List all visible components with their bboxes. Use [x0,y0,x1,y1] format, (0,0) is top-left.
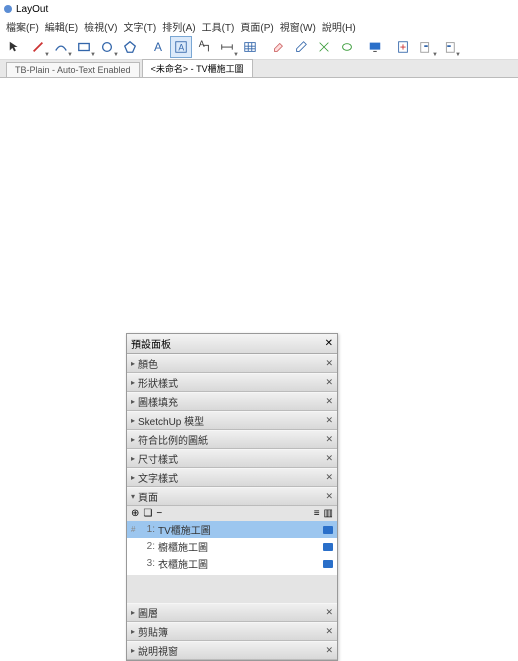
label-tool[interactable]: A [170,36,192,58]
polygon-tool[interactable] [119,36,141,58]
monitor-icon [323,560,333,568]
toolbar: ▼ ▼ ▼ ▼ A A A ▼ ▼ ▼ [0,34,518,60]
circle-tool[interactable]: ▼ [96,36,118,58]
page-grid-view-icon[interactable]: ▥ [324,508,333,519]
app-icon [4,5,12,13]
section-sketchup-model[interactable]: ▸SketchUp 模型✕ [127,411,337,430]
erase-tool[interactable] [267,36,289,58]
add-page-tool[interactable] [392,36,414,58]
menu-arrange[interactable]: 排列(A) [160,19,197,34]
menu-edit[interactable]: 編輯(E) [43,19,80,34]
join-tool[interactable] [336,36,358,58]
panel-header[interactable]: 預設面板 ✕ [127,334,337,354]
menu-tools[interactable]: 工具(T) [200,19,237,34]
pages-list: #1:TV櫃施工圖 2:櫥櫃施工圖 3:衣櫃施工圖 [127,521,337,575]
panel-title-text: 預設面板 [131,336,171,351]
default-tray-panel: 預設面板 ✕ ▸顏色✕ ▸形狀樣式✕ ▸圖樣填充✕ ▸SketchUp 模型✕ … [126,333,338,661]
select-tool[interactable] [4,36,26,58]
pages-empty-area [127,575,337,603]
section-color[interactable]: ▸顏色✕ [127,354,337,373]
page-add-icon[interactable]: ⊕ [131,508,139,519]
menu-pages[interactable]: 頁面(P) [238,19,275,34]
page-dup-icon[interactable]: ❏ [143,508,152,519]
rect-tool[interactable]: ▼ [73,36,95,58]
section-instructor[interactable]: ▸說明視窗✕ [127,641,337,660]
section-pattern-fill[interactable]: ▸圖樣填充✕ [127,392,337,411]
present-tool[interactable] [364,36,386,58]
panel-close-icon[interactable]: ✕ [325,338,333,349]
next-page-tool[interactable]: ▼ [438,36,460,58]
app-title: LayOut [16,4,48,15]
menu-window[interactable]: 視窗(W) [278,19,318,34]
page-row[interactable]: #1:TV櫃施工圖 [127,521,337,538]
table-tool[interactable] [239,36,261,58]
section-dimension-style[interactable]: ▸尺寸樣式✕ [127,449,337,468]
titlebar: LayOut [0,0,518,18]
svg-text:A: A [199,40,205,49]
pages-toolbar: ⊕ ❏ − ≡ ▥ [127,506,337,521]
section-scaled-drawing[interactable]: ▸符合比例的圖紙✕ [127,430,337,449]
svg-text:A: A [178,42,184,52]
page-row[interactable]: 2:櫥櫃施工圖 [127,538,337,555]
section-scrapbook[interactable]: ▸剪貼簿✕ [127,622,337,641]
style-tool[interactable] [290,36,312,58]
monitor-icon [323,543,333,551]
leader-tool[interactable]: A [193,36,215,58]
menu-file[interactable]: 檔案(F) [4,19,41,34]
tab-inactive[interactable]: TB-Plain - Auto-Text Enabled [6,62,140,77]
page-list-view-icon[interactable]: ≡ [314,508,320,519]
arc-tool[interactable]: ▼ [50,36,72,58]
monitor-icon [323,526,333,534]
menu-text[interactable]: 文字(T) [121,19,158,34]
document-tabs: TB-Plain - Auto-Text Enabled <未命名> - TV櫃… [0,60,518,78]
dimension-tool[interactable]: ▼ [216,36,238,58]
prev-page-tool[interactable]: ▼ [415,36,437,58]
menu-view[interactable]: 檢視(V) [82,19,119,34]
page-row[interactable]: 3:衣櫃施工圖 [127,555,337,572]
section-pages[interactable]: ▾頁面✕ [127,487,337,506]
page-remove-icon[interactable]: − [156,508,162,519]
text-tool[interactable]: A [147,36,169,58]
section-text-style[interactable]: ▸文字樣式✕ [127,468,337,487]
line-tool[interactable]: ▼ [27,36,49,58]
menu-help[interactable]: 說明(H) [320,19,358,34]
section-layers[interactable]: ▸圖層✕ [127,603,337,622]
tab-active[interactable]: <未命名> - TV櫃施工圖 [142,59,253,77]
split-tool[interactable] [313,36,335,58]
section-shape-style[interactable]: ▸形狀樣式✕ [127,373,337,392]
menubar: 檔案(F) 編輯(E) 檢視(V) 文字(T) 排列(A) 工具(T) 頁面(P… [0,18,518,34]
canvas-area: 預設面板 ✕ ▸顏色✕ ▸形狀樣式✕ ▸圖樣填充✕ ▸SketchUp 模型✕ … [0,78,518,518]
